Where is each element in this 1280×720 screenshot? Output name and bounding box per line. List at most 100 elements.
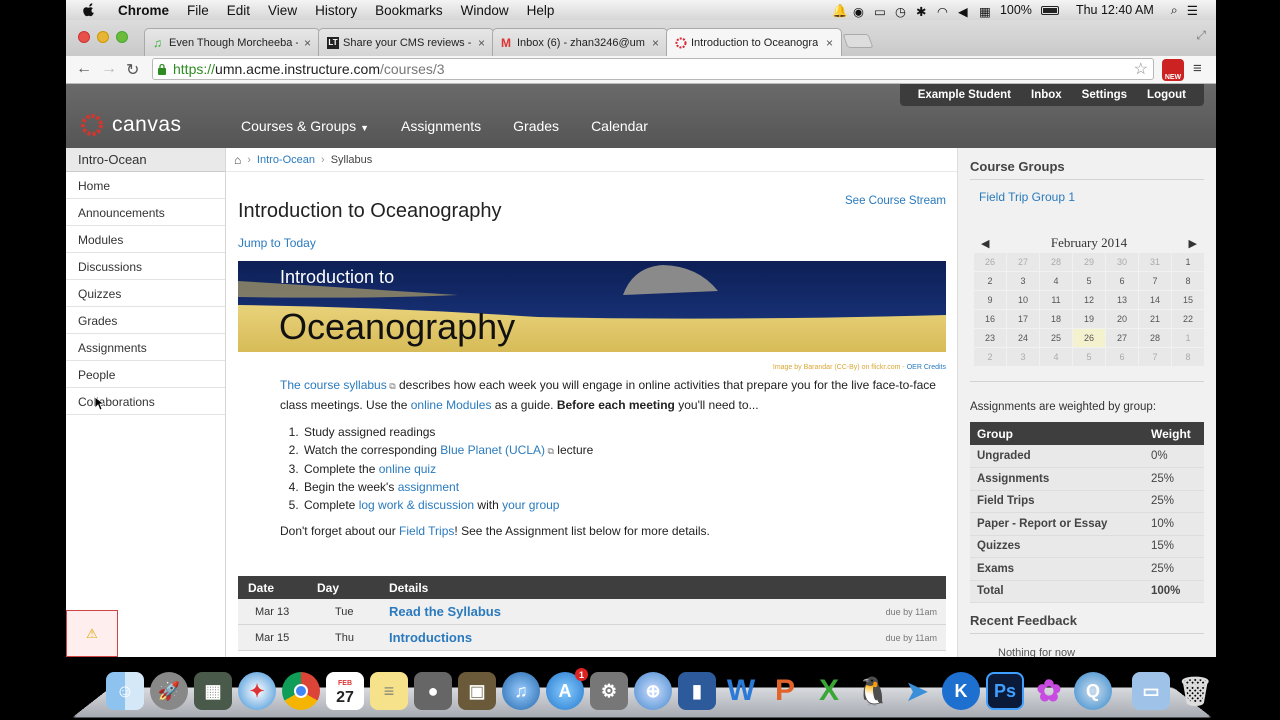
menu-help[interactable]: Help bbox=[527, 3, 555, 18]
minimize-window-button[interactable] bbox=[97, 31, 109, 43]
calculator-icon[interactable]: ▦ bbox=[979, 4, 991, 19]
course-nav-title[interactable]: Intro-Ocean bbox=[66, 148, 225, 172]
see-course-stream-link[interactable]: See Course Stream bbox=[845, 195, 946, 207]
menu-bookmarks[interactable]: Bookmarks bbox=[375, 3, 443, 18]
nav-assignments[interactable]: Assignments bbox=[401, 118, 481, 134]
assignment-link[interactable]: Introductions bbox=[389, 630, 472, 645]
calendar-day[interactable]: 4 bbox=[1039, 271, 1073, 291]
network-icon[interactable]: ⊕ bbox=[634, 672, 672, 710]
calendar-day[interactable]: 19 bbox=[1072, 309, 1106, 329]
course-nav-announcements[interactable]: Announcements bbox=[66, 199, 225, 226]
course-nav-discussions[interactable]: Discussions bbox=[66, 253, 225, 280]
course-nav-grades[interactable]: Grades bbox=[66, 307, 225, 334]
spotlight-search-icon[interactable]: ⌕ bbox=[1171, 3, 1178, 18]
bluetooth-icon[interactable]: ✱ bbox=[916, 4, 928, 19]
k-icon[interactable]: K bbox=[942, 672, 980, 710]
spotlight-status-icon[interactable]: ◉ bbox=[853, 4, 865, 19]
back-button[interactable]: ← bbox=[76, 60, 92, 78]
qq-icon[interactable]: 🐧 bbox=[854, 672, 892, 710]
field-trip-group-link[interactable]: Field Trip Group 1 bbox=[979, 190, 1075, 204]
calendar-day[interactable]: 5 bbox=[1072, 271, 1106, 291]
search-icon[interactable]: Q bbox=[1074, 672, 1112, 710]
powerpoint-icon[interactable]: P bbox=[766, 672, 804, 710]
calendar-day[interactable]: 10 bbox=[1006, 290, 1040, 310]
tab-oceanography[interactable]: Introduction to Oceanogra × bbox=[666, 28, 842, 56]
apple-menu-icon[interactable] bbox=[82, 3, 96, 17]
calendar-day[interactable]: 30 bbox=[1105, 252, 1139, 272]
notification-center-icon[interactable]: ☰ bbox=[1187, 3, 1198, 18]
chrome-icon[interactable] bbox=[282, 672, 320, 710]
home-icon[interactable]: ⌂ bbox=[234, 153, 241, 167]
calendar-day[interactable]: 16 bbox=[973, 309, 1007, 329]
bird-icon[interactable]: ➤ bbox=[898, 672, 936, 710]
oer-credits-link[interactable]: OER Credits bbox=[907, 364, 946, 371]
tab-morcheeba[interactable]: ♫ Even Though Morcheeba - × bbox=[144, 28, 320, 56]
calendar-day[interactable]: 1 bbox=[1171, 328, 1205, 348]
course-nav-home[interactable]: Home bbox=[66, 172, 225, 199]
course-nav-assignments[interactable]: Assignments bbox=[66, 334, 225, 361]
calendar-day[interactable]: 22 bbox=[1171, 309, 1205, 329]
calendar-day[interactable]: 8 bbox=[1171, 271, 1205, 291]
calendar-day[interactable]: 31 bbox=[1138, 252, 1172, 272]
calendar-day[interactable]: 1 bbox=[1171, 252, 1205, 272]
volume-icon[interactable]: ◀ bbox=[958, 4, 970, 19]
calendar-day[interactable]: 26 bbox=[973, 252, 1007, 272]
battery-icon[interactable] bbox=[1040, 5, 1059, 15]
tab-inbox[interactable]: M Inbox (6) - zhan3246@um × bbox=[492, 28, 668, 56]
jump-to-today-link[interactable]: Jump to Today bbox=[238, 236, 316, 250]
close-window-button[interactable] bbox=[78, 31, 90, 43]
warning-box[interactable]: ⚠ bbox=[66, 610, 118, 657]
calendar-day[interactable]: 27 bbox=[1006, 252, 1040, 272]
address-bar[interactable]: https://umn.acme.instructure.com/courses… bbox=[152, 58, 1154, 80]
airplay-icon[interactable]: ▭ bbox=[874, 4, 886, 19]
reload-button[interactable]: ↻ bbox=[126, 60, 139, 80]
calendar-day[interactable]: 2 bbox=[973, 347, 1007, 367]
user-name-link[interactable]: Example Student bbox=[918, 89, 1011, 101]
nav-courses-groups[interactable]: Courses & Groups ▼ bbox=[241, 118, 369, 134]
fullscreen-icon[interactable]: ⤢ bbox=[1196, 28, 1206, 43]
close-tab-icon[interactable]: × bbox=[646, 36, 659, 50]
appstore-icon[interactable]: A1 bbox=[546, 668, 588, 710]
your-group-link[interactable]: your group bbox=[502, 498, 559, 512]
close-tab-icon[interactable]: × bbox=[472, 36, 485, 50]
inbox-link[interactable]: Inbox bbox=[1031, 89, 1062, 101]
calendar-day[interactable]: 5 bbox=[1072, 347, 1106, 367]
new-tab-button[interactable] bbox=[842, 34, 874, 48]
notification-bell-icon[interactable]: 🔔 bbox=[832, 4, 848, 18]
calendar-day[interactable]: 8 bbox=[1171, 347, 1205, 367]
breadcrumb-course-link[interactable]: Intro-Ocean bbox=[257, 154, 315, 166]
online-modules-link[interactable]: online Modules bbox=[411, 398, 492, 412]
menu-history[interactable]: History bbox=[315, 3, 357, 18]
system-prefs-icon[interactable]: ▦ bbox=[194, 672, 232, 710]
menu-file[interactable]: File bbox=[187, 3, 209, 18]
calendar-icon[interactable]: FEB 27 bbox=[326, 672, 364, 710]
calendar-day[interactable]: 18 bbox=[1039, 309, 1073, 329]
launchpad-icon[interactable]: 🚀 bbox=[150, 672, 188, 710]
calendar-day[interactable]: 20 bbox=[1105, 309, 1139, 329]
prev-month-icon[interactable]: ◀ bbox=[981, 237, 989, 250]
calendar-day[interactable]: 17 bbox=[1006, 309, 1040, 329]
wifi-icon[interactable]: ◠ bbox=[937, 4, 949, 19]
course-nav-modules[interactable]: Modules bbox=[66, 226, 225, 253]
course-syllabus-link[interactable]: The course syllabus bbox=[280, 378, 387, 392]
calendar-day[interactable]: 27 bbox=[1105, 328, 1139, 348]
word-icon[interactable]: W bbox=[722, 672, 760, 710]
calendar-day[interactable]: 12 bbox=[1072, 290, 1106, 310]
calendar-day[interactable]: 11 bbox=[1039, 290, 1073, 310]
time-machine-icon[interactable]: ◷ bbox=[895, 4, 907, 19]
preferences-icon[interactable]: ⚙ bbox=[590, 672, 628, 710]
calendar-day[interactable]: 14 bbox=[1138, 290, 1172, 310]
assignment-link[interactable]: Read the Syllabus bbox=[389, 604, 501, 619]
finder-icon[interactable]: ☺ bbox=[106, 672, 144, 710]
calendar-day[interactable]: 23 bbox=[973, 328, 1007, 348]
menu-app-chrome[interactable]: Chrome bbox=[118, 3, 169, 18]
calendar-day[interactable]: 7 bbox=[1138, 271, 1172, 291]
blue-planet-link[interactable]: Blue Planet (UCLA) bbox=[440, 443, 545, 457]
next-month-icon[interactable]: ▶ bbox=[1189, 237, 1197, 250]
chrome-menu-icon[interactable]: ≡ bbox=[1193, 60, 1202, 77]
menu-window[interactable]: Window bbox=[461, 3, 509, 18]
logout-link[interactable]: Logout bbox=[1147, 89, 1186, 101]
calendar-day[interactable]: 9 bbox=[973, 290, 1007, 310]
dictionary-icon[interactable]: ▮ bbox=[678, 672, 716, 710]
calendar-day[interactable]: 28 bbox=[1138, 328, 1172, 348]
